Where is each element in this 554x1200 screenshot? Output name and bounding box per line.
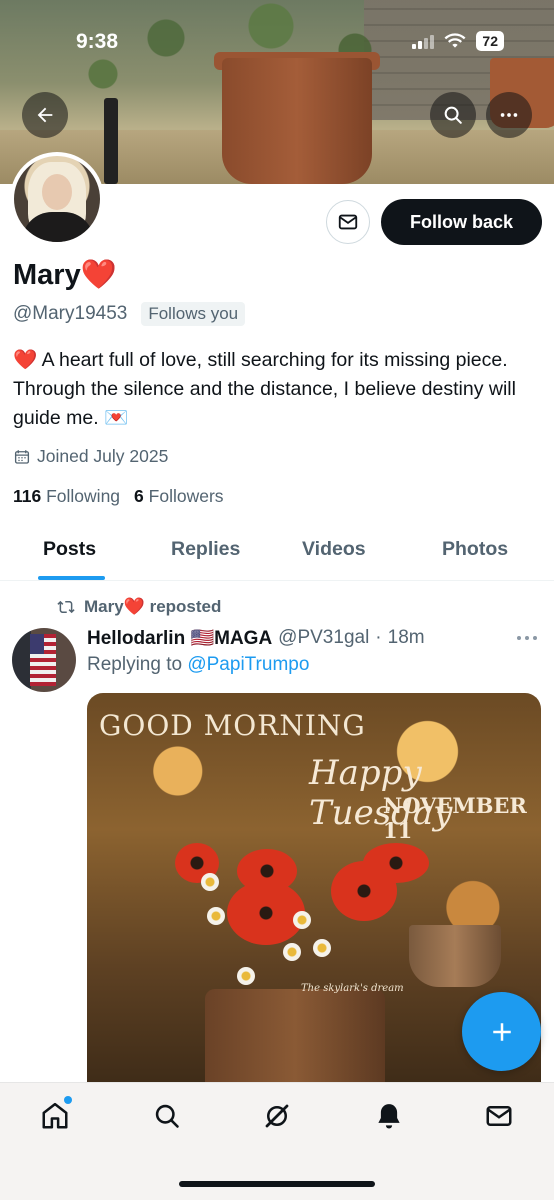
search-icon: [444, 106, 462, 124]
nav-notifications[interactable]: [372, 1099, 406, 1133]
nav-home[interactable]: [38, 1099, 72, 1133]
joined-date: Joined July 2025: [13, 446, 168, 467]
repost-indicator: Mary❤️ reposted: [56, 597, 221, 617]
nav-explore[interactable]: [150, 1099, 184, 1133]
bottom-navigation: [0, 1082, 554, 1200]
display-name: Mary❤️: [13, 259, 117, 291]
plus-icon: [492, 1022, 511, 1041]
follow-back-button[interactable]: Follow back: [381, 199, 542, 245]
tab-photos[interactable]: Photos: [442, 538, 508, 561]
explore-icon: [155, 1104, 179, 1128]
following-link[interactable]: 116 Following: [13, 486, 120, 507]
followers-label: Followers: [148, 486, 224, 506]
joined-text: Joined July 2025: [37, 446, 169, 466]
post-author-handle[interactable]: @PV31gal: [278, 627, 369, 649]
post-header: Hellodarlin 🇺🇸MAGA @PV31gal · 18m: [87, 626, 425, 650]
compose-button[interactable]: [462, 992, 541, 1071]
home-indicator: [179, 1181, 375, 1187]
coffee-cup: [409, 925, 501, 987]
replying-prefix: Replying to: [87, 654, 183, 675]
replying-to: Replying to @PapiTrumpo: [87, 654, 309, 676]
home-icon: [42, 1102, 68, 1129]
profile-avatar[interactable]: [10, 152, 104, 246]
post-time[interactable]: 18m: [388, 627, 425, 649]
tab-posts[interactable]: Posts: [43, 538, 96, 561]
nav-grok[interactable]: [260, 1099, 294, 1133]
post-more-button[interactable]: [516, 626, 538, 649]
tab-replies[interactable]: Replies: [171, 538, 240, 561]
message-button[interactable]: [326, 200, 370, 244]
mail-icon: [338, 214, 358, 230]
status-time: 9:38: [76, 30, 119, 53]
battery-indicator: 72: [476, 31, 504, 51]
tab-videos[interactable]: Videos: [302, 538, 366, 561]
status-bar: 9:38 72: [0, 0, 554, 80]
boots: [205, 989, 385, 1083]
grok-icon: [265, 1104, 289, 1128]
calendar-icon: [14, 449, 30, 464]
active-tab-indicator: [38, 576, 105, 580]
profile-stats: 116 Following 6 Followers: [13, 486, 224, 507]
post-separator: ·: [375, 627, 382, 648]
messages-icon: [486, 1106, 512, 1126]
nav-messages[interactable]: [482, 1099, 516, 1133]
home-notification-dot: [64, 1096, 72, 1104]
post-author-name[interactable]: Hellodarlin 🇺🇸MAGA: [87, 626, 272, 650]
signal-icon: [412, 33, 435, 49]
back-button[interactable]: [22, 92, 68, 138]
image-date: NOVEMBER 11: [383, 793, 527, 843]
followers-link[interactable]: 6 Followers: [134, 486, 224, 507]
profile-handle: @Mary19453: [13, 303, 128, 324]
repost-icon: [57, 600, 75, 614]
profile-bio: ❤️ A heart full of love, still searching…: [13, 349, 516, 429]
more-icon: [517, 636, 537, 640]
notifications-icon: [378, 1104, 400, 1129]
replying-to-link[interactable]: @PapiTrumpo: [187, 654, 309, 675]
repost-label: Mary❤️ reposted: [84, 597, 222, 616]
back-arrow-icon: [37, 107, 53, 123]
image-greeting: GOOD MORNING: [99, 709, 366, 742]
image-watermark: The skylark's dream: [301, 983, 404, 994]
follows-you-badge: Follows you: [141, 302, 246, 326]
followers-count: 6: [134, 486, 144, 506]
more-icon: [500, 113, 518, 117]
post-author-avatar[interactable]: [12, 628, 76, 692]
more-button[interactable]: [486, 92, 532, 138]
following-count: 116: [13, 486, 42, 506]
search-button[interactable]: [430, 92, 476, 138]
wifi-icon: [444, 33, 466, 48]
following-label: Following: [46, 486, 121, 506]
profile-tabs: Posts Replies Videos Photos: [0, 524, 554, 581]
